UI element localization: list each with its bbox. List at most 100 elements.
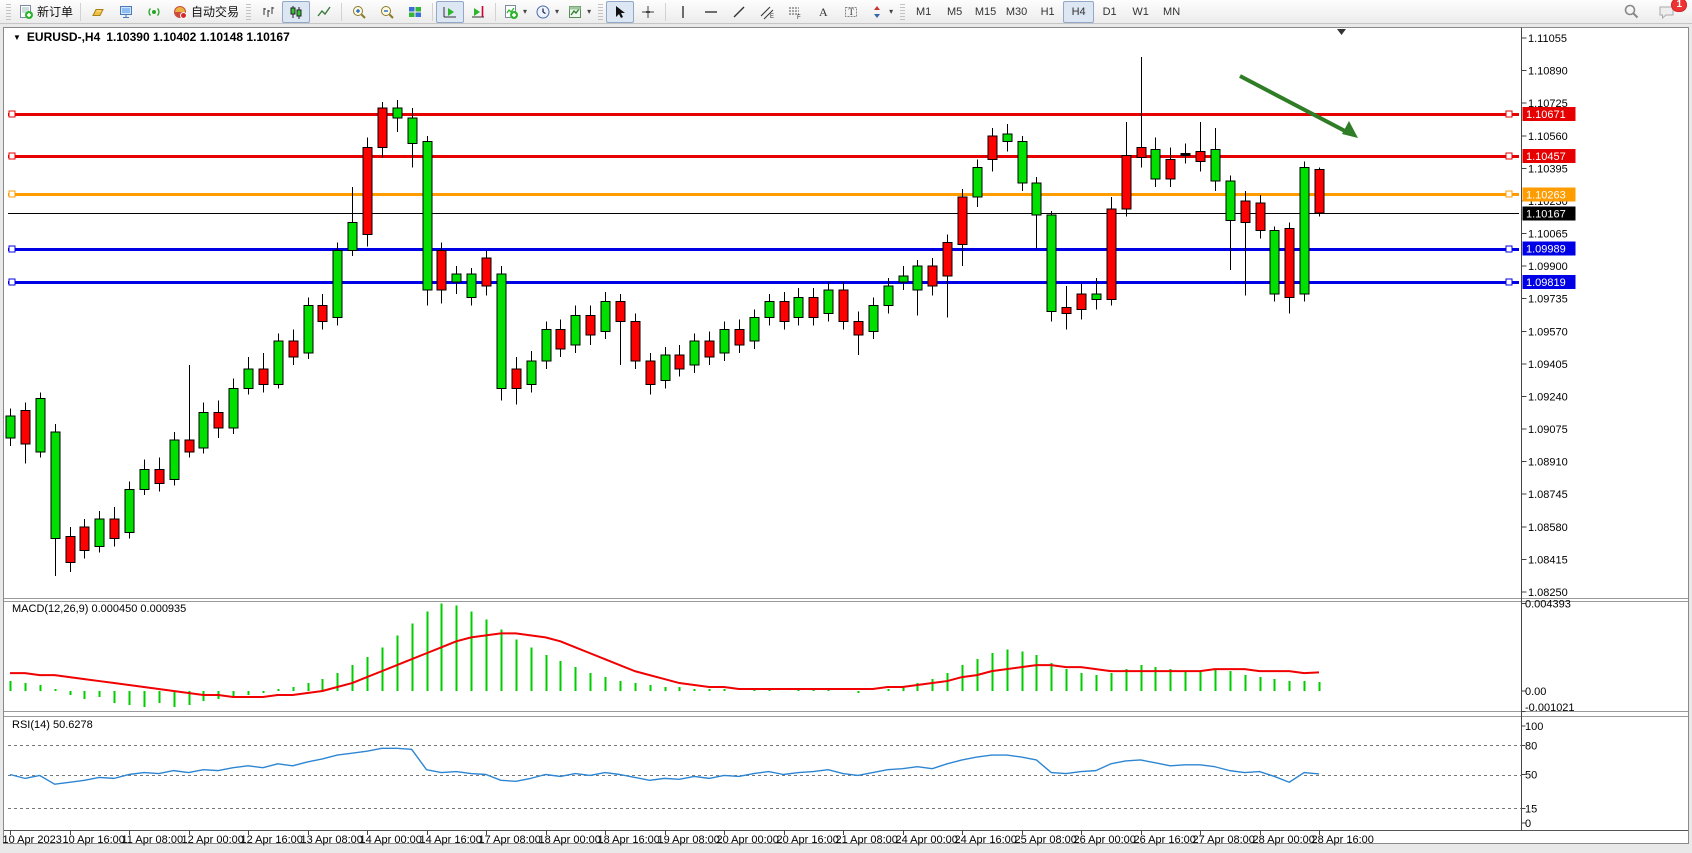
svg-text:1.10065: 1.10065 bbox=[1528, 229, 1568, 241]
notification-count-badge: 1 bbox=[1671, 0, 1687, 12]
crosshair-button[interactable] bbox=[634, 1, 662, 23]
svg-text:13 Apr 08:00: 13 Apr 08:00 bbox=[301, 834, 363, 846]
svg-text:12 Apr 00:00: 12 Apr 00:00 bbox=[182, 834, 244, 846]
level-handle bbox=[9, 279, 15, 285]
svg-text:1.08415: 1.08415 bbox=[1528, 554, 1568, 566]
new-order-label: 新订单 bbox=[37, 3, 73, 20]
templates-button[interactable]: ▾ bbox=[563, 1, 595, 23]
svg-text:0.004393: 0.004393 bbox=[1525, 599, 1571, 611]
equidistant-channel-button[interactable]: E bbox=[753, 1, 781, 23]
svg-text:1.09405: 1.09405 bbox=[1528, 359, 1568, 371]
svg-text:E: E bbox=[770, 14, 774, 20]
timeframe-d1-button[interactable]: D1 bbox=[1094, 1, 1125, 23]
level-handle bbox=[1506, 246, 1512, 252]
chart-shift-button[interactable] bbox=[464, 1, 492, 23]
hosting-button[interactable] bbox=[112, 1, 140, 23]
svg-text:50: 50 bbox=[1525, 770, 1537, 782]
svg-text:24 Apr 16:00: 24 Apr 16:00 bbox=[955, 834, 1017, 846]
toolbar-grip[interactable] bbox=[246, 4, 251, 20]
arrows-button[interactable]: ▾ bbox=[865, 1, 897, 23]
zoom-in-button[interactable] bbox=[345, 1, 373, 23]
svg-text:1.09989: 1.09989 bbox=[1526, 244, 1566, 256]
timeframe-h4-button[interactable]: H4 bbox=[1063, 1, 1094, 23]
gold-ingot-icon bbox=[90, 4, 106, 20]
timeframe-label: M1 bbox=[916, 6, 931, 18]
new-order-button[interactable]: 新订单 bbox=[14, 1, 77, 23]
bar-chart-icon bbox=[260, 4, 276, 20]
separator bbox=[495, 3, 496, 21]
signal-waves-icon bbox=[146, 4, 162, 20]
svg-text:1.09240: 1.09240 bbox=[1528, 391, 1568, 403]
trendline-button[interactable] bbox=[725, 1, 753, 23]
zoom-out-icon bbox=[379, 4, 395, 20]
text-label-button[interactable]: T bbox=[837, 1, 865, 23]
svg-text:24 Apr 00:00: 24 Apr 00:00 bbox=[896, 834, 958, 846]
timeframe-mn-button[interactable]: MN bbox=[1156, 1, 1187, 23]
svg-text:1.08250: 1.08250 bbox=[1528, 587, 1568, 599]
arrows-shapes-icon bbox=[869, 4, 885, 20]
line-chart-button[interactable] bbox=[310, 1, 338, 23]
timeframe-m5-button[interactable]: M5 bbox=[939, 1, 970, 23]
auto-trading-button[interactable]: 自动交易 bbox=[168, 1, 243, 23]
vertical-line-button[interactable] bbox=[669, 1, 697, 23]
rsi-indicator-label: RSI(14) 50.6278 bbox=[12, 719, 93, 731]
svg-text:100: 100 bbox=[1525, 721, 1543, 733]
fibonacci-button[interactable]: F bbox=[781, 1, 809, 23]
chevron-down-icon: ▾ bbox=[587, 7, 591, 16]
indicators-button[interactable]: ▾ bbox=[499, 1, 531, 23]
periods-button[interactable]: ▾ bbox=[531, 1, 563, 23]
auto-trading-label: 自动交易 bbox=[191, 3, 239, 20]
level-handle bbox=[9, 191, 15, 197]
market-button[interactable] bbox=[84, 1, 112, 23]
candlestick-chart-button[interactable] bbox=[282, 1, 310, 23]
chart-collapse-icon[interactable]: ▼ bbox=[13, 33, 21, 42]
text-icon: A bbox=[815, 4, 831, 20]
timeframe-h1-button[interactable]: H1 bbox=[1032, 1, 1063, 23]
svg-text:28 Apr 00:00: 28 Apr 00:00 bbox=[1253, 834, 1315, 846]
auto-scroll-button[interactable] bbox=[436, 1, 464, 23]
svg-text:0.00: 0.00 bbox=[1525, 686, 1546, 698]
cursor-button[interactable] bbox=[606, 1, 634, 23]
notifications-button[interactable]: 1 bbox=[1653, 1, 1681, 23]
svg-text:1.11055: 1.11055 bbox=[1528, 33, 1567, 45]
zoom-out-button[interactable] bbox=[373, 1, 401, 23]
chevron-down-icon: ▾ bbox=[555, 7, 559, 16]
timeframe-w1-button[interactable]: W1 bbox=[1125, 1, 1156, 23]
svg-text:1.09075: 1.09075 bbox=[1528, 424, 1568, 436]
svg-text:1.09819: 1.09819 bbox=[1526, 277, 1566, 289]
timeframe-label: H4 bbox=[1072, 6, 1086, 18]
text-label-icon: T bbox=[843, 4, 859, 20]
svg-text:1.10560: 1.10560 bbox=[1528, 131, 1568, 143]
text-button[interactable]: A bbox=[809, 1, 837, 23]
bar-chart-button[interactable] bbox=[254, 1, 282, 23]
new-order-icon bbox=[18, 4, 34, 20]
timeframe-m30-button[interactable]: M30 bbox=[1001, 1, 1032, 23]
horizontal-line-button[interactable] bbox=[697, 1, 725, 23]
svg-text:11 Apr 08:00: 11 Apr 08:00 bbox=[122, 834, 184, 846]
svg-text:14 Apr 16:00: 14 Apr 16:00 bbox=[420, 834, 482, 846]
toolbar-right-group: 1 bbox=[1617, 1, 1689, 23]
timeframe-m1-button[interactable]: M1 bbox=[908, 1, 939, 23]
svg-text:1.08580: 1.08580 bbox=[1528, 522, 1568, 534]
svg-text:80: 80 bbox=[1525, 740, 1537, 752]
timeframe-label: W1 bbox=[1132, 6, 1149, 18]
toolbar-grip[interactable] bbox=[900, 4, 905, 20]
svg-text:1.09735: 1.09735 bbox=[1528, 294, 1568, 306]
svg-text:1.10890: 1.10890 bbox=[1528, 66, 1568, 78]
line-chart-icon bbox=[316, 4, 332, 20]
monitor-icon bbox=[118, 4, 134, 20]
svg-text:0: 0 bbox=[1525, 818, 1531, 830]
tile-windows-button[interactable] bbox=[401, 1, 429, 23]
search-button[interactable] bbox=[1617, 1, 1645, 23]
toolbar-grip[interactable] bbox=[598, 4, 603, 20]
signals-button[interactable] bbox=[140, 1, 168, 23]
svg-text:1.08745: 1.08745 bbox=[1528, 489, 1568, 501]
chart-canvas[interactable]: 1.110551.108901.107251.105601.103951.102… bbox=[0, 24, 1692, 853]
cursor-arrow-icon bbox=[612, 4, 628, 20]
toolbar-grip[interactable] bbox=[6, 4, 11, 20]
vertical-line-icon bbox=[675, 4, 691, 20]
timeframe-m15-button[interactable]: M15 bbox=[970, 1, 1001, 23]
svg-text:26 Apr 00:00: 26 Apr 00:00 bbox=[1074, 834, 1136, 846]
level-handle bbox=[1506, 279, 1512, 285]
chevron-down-icon: ▾ bbox=[523, 7, 527, 16]
